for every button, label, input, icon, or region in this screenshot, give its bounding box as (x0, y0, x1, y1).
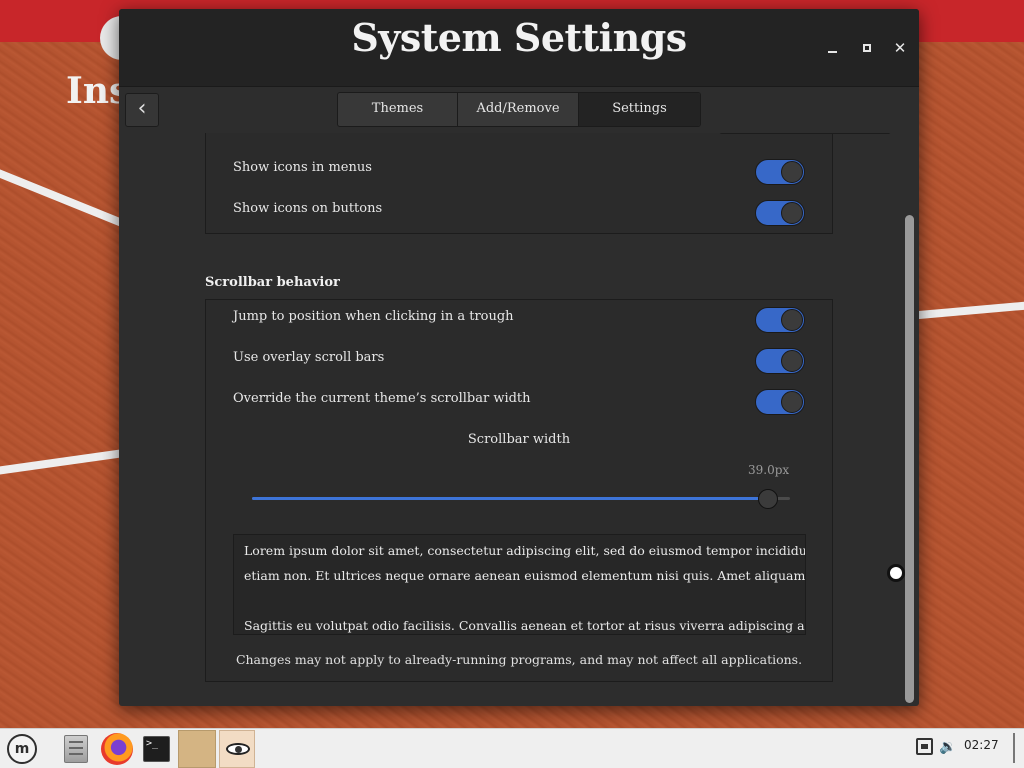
clock[interactable]: 02:27 (964, 738, 999, 752)
title-bar[interactable]: System Settings ✕ (119, 9, 919, 87)
scroll-preview-text[interactable]: Lorem ipsum dolor sit amet, consectetur … (233, 534, 806, 635)
dropdown-partial[interactable] (719, 133, 891, 134)
slider-fill (252, 497, 768, 500)
chevron-left-icon: ‹ (137, 96, 147, 121)
icons-settings-frame: Show icons in menus Show icons on button… (205, 133, 891, 234)
court-line (915, 300, 1024, 320)
mouse-pointer (887, 564, 905, 582)
switch-knob (781, 350, 803, 372)
tab-themes[interactable]: Themes (338, 93, 458, 126)
volume-icon[interactable]: 🔉 (939, 737, 961, 757)
tab-settings[interactable]: Settings (579, 93, 700, 126)
show-desktop-edge[interactable] (1013, 733, 1015, 763)
preview-line: etiam non. Et ultrices neque ornare aene… (244, 568, 806, 583)
switch-knob (781, 202, 803, 224)
preview-line: Sagittis eu volutpat odio facilisis. Con… (244, 618, 805, 633)
jump-to-position-switch[interactable] (755, 307, 805, 333)
content-scrollbar[interactable] (905, 215, 914, 703)
scrollbar-width-slider[interactable] (252, 497, 790, 500)
eye-icon (226, 743, 250, 755)
slider-handle[interactable] (758, 489, 778, 509)
show-icons-in-menus-switch[interactable] (755, 159, 805, 185)
switch-knob (781, 161, 803, 183)
overlay-scrollbars-switch[interactable] (755, 348, 805, 374)
taskbar-window-button[interactable] (178, 730, 216, 768)
scrollbar-width-value: 39.0px (748, 463, 790, 477)
override-scrollbar-width-label: Override the current theme’s scrollbar w… (233, 391, 531, 406)
firefox-launcher-icon[interactable] (101, 733, 133, 765)
terminal-launcher-icon[interactable]: >_ (143, 736, 170, 762)
terminal-prompt: >_ (146, 738, 159, 749)
maximize-button[interactable] (856, 37, 878, 59)
eye-app-button[interactable] (219, 730, 255, 768)
close-icon: ✕ (893, 39, 907, 57)
system-settings-window: System Settings ✕ ‹ Themes Add/Remove Se… (119, 9, 919, 706)
preview-line: Lorem ipsum dolor sit amet, consectetur … (244, 543, 806, 558)
tab-bar: Themes Add/Remove Settings (337, 92, 701, 127)
taskbar: m >_ (0, 728, 1024, 768)
mint-logo-icon: m (14, 741, 30, 757)
changes-notice: Changes may not apply to already-running… (235, 652, 803, 667)
jump-to-position-label: Jump to position when clicking in a trou… (233, 309, 514, 324)
tab-add-remove[interactable]: Add/Remove (458, 93, 579, 126)
minimize-button[interactable] (822, 37, 844, 59)
scrollbar-behavior-heading: Scrollbar behavior (205, 275, 340, 290)
overlay-scrollbars-label: Use overlay scroll bars (233, 350, 385, 365)
window-title: System Settings (351, 15, 687, 60)
show-icons-on-buttons-switch[interactable] (755, 200, 805, 226)
scrollbar-width-caption: Scrollbar width (467, 432, 571, 447)
files-launcher-icon[interactable] (64, 735, 88, 763)
menu-button[interactable]: m (7, 734, 37, 764)
settings-content[interactable]: Show icons in menus Show icons on button… (119, 133, 919, 706)
override-scrollbar-width-switch[interactable] (755, 389, 805, 415)
show-icons-on-buttons-label: Show icons on buttons (233, 201, 383, 216)
eye-pupil (235, 746, 242, 753)
court-line (0, 448, 130, 476)
minimize-icon (828, 51, 837, 53)
network-icon[interactable] (916, 738, 933, 755)
switch-knob (781, 391, 803, 413)
scrollbar-settings-frame: Jump to position when clicking in a trou… (205, 299, 833, 682)
show-icons-in-menus-label: Show icons in menus (233, 160, 372, 175)
maximize-icon (863, 44, 871, 52)
back-button[interactable]: ‹ (125, 93, 159, 127)
switch-knob (781, 309, 803, 331)
close-button[interactable]: ✕ (889, 37, 911, 59)
